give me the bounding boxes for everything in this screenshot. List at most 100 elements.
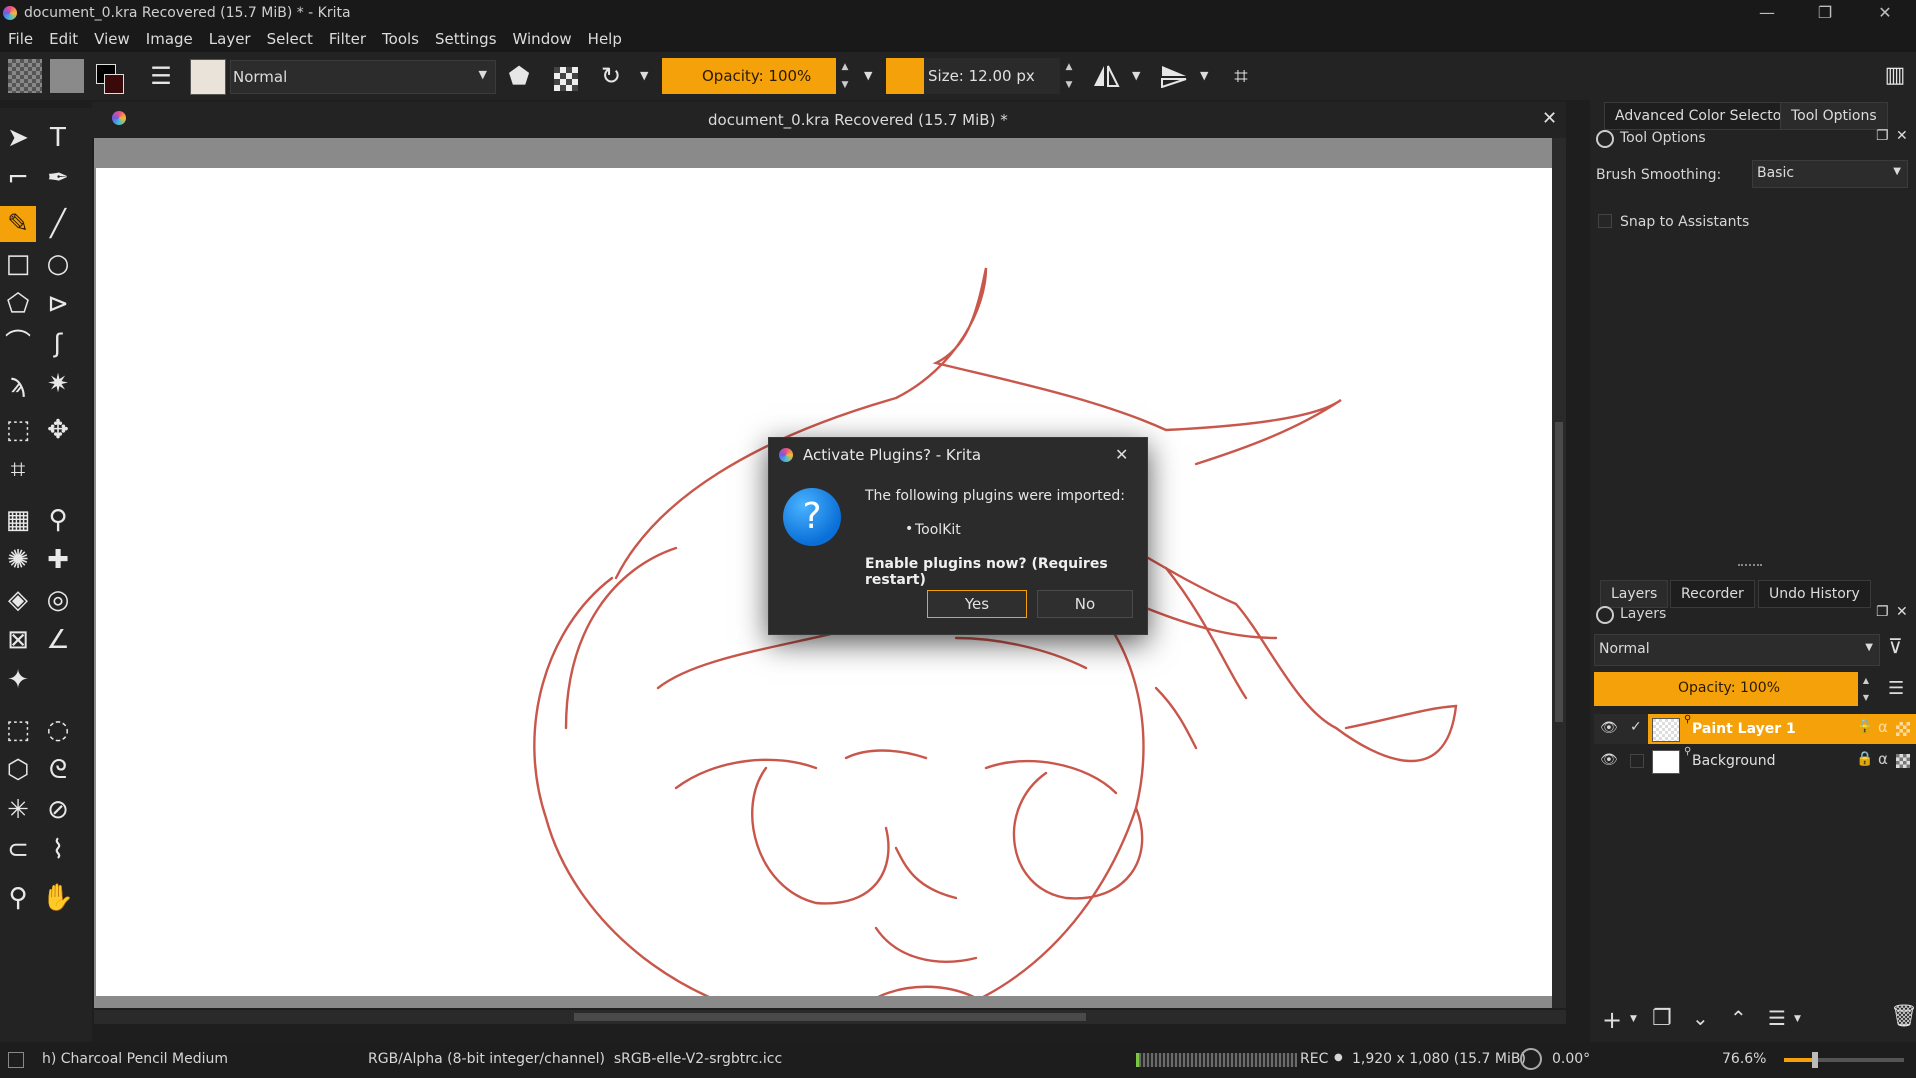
- assistant-tool-icon[interactable]: ⊠: [0, 622, 36, 658]
- chevron-down-icon[interactable]: ▼: [1794, 1014, 1801, 1024]
- freehand-brush-icon[interactable]: ✎: [0, 206, 36, 242]
- zoom-value[interactable]: 76.6%: [1722, 1051, 1766, 1067]
- no-button[interactable]: No: [1037, 590, 1133, 618]
- menu-window[interactable]: Window: [505, 28, 580, 48]
- close-window-button[interactable]: ✕: [1862, 0, 1908, 28]
- snap-checkbox[interactable]: [1598, 214, 1612, 228]
- vertical-scrollbar[interactable]: [1552, 138, 1566, 1008]
- layer-checkbox[interactable]: [1630, 754, 1644, 768]
- rotation-value[interactable]: 0.00°: [1552, 1051, 1590, 1067]
- layer-row[interactable]: 👁 ✓ ⚲ Paint Layer 1 🔒 α: [1594, 714, 1916, 744]
- zoom-slider-handle[interactable]: [1812, 1052, 1818, 1068]
- wrap-around-icon[interactable]: ⌗: [1224, 59, 1258, 93]
- close-docker-icon[interactable]: ✕: [1896, 604, 1908, 620]
- menu-filter[interactable]: Filter: [321, 28, 374, 48]
- opacity-slider[interactable]: Opacity: 100%: [662, 58, 836, 94]
- alpha-lock-icon[interactable]: α: [1878, 718, 1888, 736]
- zoom-slider[interactable]: [1784, 1052, 1904, 1068]
- layer-properties-icon[interactable]: ☰: [1768, 1006, 1786, 1030]
- check-icon[interactable]: ✓: [1630, 719, 1642, 735]
- smart-patch-icon[interactable]: ✚: [40, 542, 76, 578]
- calligraphy-icon[interactable]: ✒: [40, 160, 76, 196]
- document-tab[interactable]: document_0.kra Recovered (15.7 MiB) * ✕: [92, 102, 1566, 138]
- rectangular-selection-icon[interactable]: ⬚: [0, 712, 36, 748]
- close-document-button[interactable]: ✕: [1542, 108, 1557, 129]
- multibrush-icon[interactable]: ✷: [40, 366, 76, 402]
- contiguous-selection-icon[interactable]: ✳: [0, 792, 36, 828]
- menu-image[interactable]: Image: [138, 28, 201, 48]
- magnetic-selection-icon[interactable]: ⌇: [40, 832, 76, 868]
- brush-smoothing-select[interactable]: Basic ▼: [1752, 160, 1908, 188]
- yes-button[interactable]: Yes: [927, 590, 1027, 618]
- transform-tool-icon[interactable]: ⬚: [0, 412, 36, 448]
- chevron-down-icon[interactable]: ▼: [640, 69, 648, 82]
- select-shape-icon[interactable]: ➤: [0, 120, 36, 156]
- polygon-tool-icon[interactable]: ⬠: [0, 286, 36, 322]
- chevron-down-icon[interactable]: ▼: [1630, 1014, 1637, 1024]
- zoom-tool-icon[interactable]: ⚲: [0, 880, 36, 916]
- rectangle-tool-icon[interactable]: □: [0, 246, 36, 282]
- opacity-spinner[interactable]: ▲ ▼: [838, 58, 852, 94]
- preserve-alpha-icon[interactable]: [554, 67, 578, 91]
- mirror-vertical-icon[interactable]: [1160, 64, 1188, 89]
- reference-images-icon[interactable]: ✦: [0, 662, 36, 698]
- text-tool-icon[interactable]: T: [40, 120, 76, 156]
- float-docker-icon[interactable]: ❐: [1876, 604, 1889, 620]
- chevron-down-icon[interactable]: ▼: [1132, 69, 1140, 82]
- layer-opacity-slider[interactable]: Opacity: 100%: [1594, 672, 1858, 706]
- eye-icon[interactable]: 👁: [1600, 752, 1618, 768]
- polyline-tool-icon[interactable]: ⊳: [40, 286, 76, 322]
- vertical-scrollbar-thumb[interactable]: [1555, 422, 1563, 722]
- eye-icon[interactable]: 👁: [1600, 720, 1618, 736]
- freehand-selection-icon[interactable]: ᘓ: [40, 752, 76, 788]
- float-docker-icon[interactable]: ❐: [1876, 128, 1889, 144]
- minimize-button[interactable]: —: [1744, 0, 1790, 28]
- alpha-lock-icon[interactable]: α: [1878, 750, 1888, 768]
- horizontal-scrollbar[interactable]: [94, 1010, 1566, 1024]
- docker-splitter[interactable]: [1738, 564, 1762, 570]
- elliptical-selection-icon[interactable]: ◌: [40, 712, 76, 748]
- enclose-fill-icon[interactable]: ◎: [40, 582, 76, 618]
- gradient-tool-icon[interactable]: ▦: [0, 502, 36, 538]
- colorize-mask-icon[interactable]: ✺: [0, 542, 36, 578]
- line-tool-icon[interactable]: ╱: [40, 206, 76, 242]
- tab-recorder[interactable]: Recorder: [1670, 580, 1755, 608]
- reload-preset-icon[interactable]: ↻: [594, 59, 628, 93]
- fill-tool-icon[interactable]: ◈: [0, 582, 36, 618]
- edit-shapes-icon[interactable]: ⌐: [0, 160, 36, 196]
- mirror-horizontal-icon[interactable]: [1092, 64, 1120, 88]
- close-docker-icon[interactable]: ✕: [1896, 128, 1908, 144]
- similar-color-selection-icon[interactable]: ⊘: [40, 792, 76, 828]
- delete-layer-icon[interactable]: 🗑: [1890, 1004, 1916, 1029]
- menu-view[interactable]: View: [86, 28, 138, 48]
- menu-layer[interactable]: Layer: [201, 28, 259, 48]
- measure-tool-icon[interactable]: ∠: [40, 622, 76, 658]
- polygonal-selection-icon[interactable]: ⬡: [0, 752, 36, 788]
- chevron-down-icon[interactable]: ▼: [864, 69, 872, 82]
- menu-edit[interactable]: Edit: [41, 28, 86, 48]
- horizontal-scrollbar-thumb[interactable]: [574, 1013, 1086, 1021]
- brush-preset-icon[interactable]: [190, 59, 226, 95]
- chevron-down-icon[interactable]: ▼: [1200, 69, 1208, 82]
- rotation-icon[interactable]: [1520, 1048, 1542, 1070]
- move-tool-icon[interactable]: ✥: [40, 412, 76, 448]
- menu-file[interactable]: File: [0, 28, 41, 48]
- brush-preset-status-icon[interactable]: [8, 1052, 24, 1068]
- bezier-tool-icon[interactable]: ⌒: [0, 326, 36, 362]
- add-layer-icon[interactable]: +: [1602, 1006, 1622, 1034]
- dynamic-brush-icon[interactable]: ϡ: [0, 366, 36, 402]
- bezier-selection-icon[interactable]: ⊂: [0, 832, 36, 868]
- tab-advanced-color-selector[interactable]: Advanced Color Selector: [1604, 102, 1799, 130]
- tab-tool-options[interactable]: Tool Options: [1780, 102, 1888, 130]
- lock-icon[interactable]: 🔒: [1856, 751, 1873, 767]
- size-slider[interactable]: Size: 12.00 px: [924, 58, 1060, 94]
- dialog-close-button[interactable]: ✕: [1115, 445, 1128, 464]
- workspace-icon[interactable]: ▥: [1878, 59, 1912, 93]
- layer-row[interactable]: 👁 ⚲ Background 🔒 α: [1594, 746, 1916, 776]
- pattern-preset-icon[interactable]: [50, 59, 84, 93]
- layer-blend-mode-select[interactable]: Normal ▼: [1594, 634, 1880, 666]
- freehand-path-icon[interactable]: ʃ: [40, 326, 76, 362]
- move-layer-up-icon[interactable]: ⌃: [1730, 1006, 1747, 1030]
- size-spinner[interactable]: ▲ ▼: [1062, 58, 1076, 94]
- eraser-icon[interactable]: ⬟: [502, 59, 536, 93]
